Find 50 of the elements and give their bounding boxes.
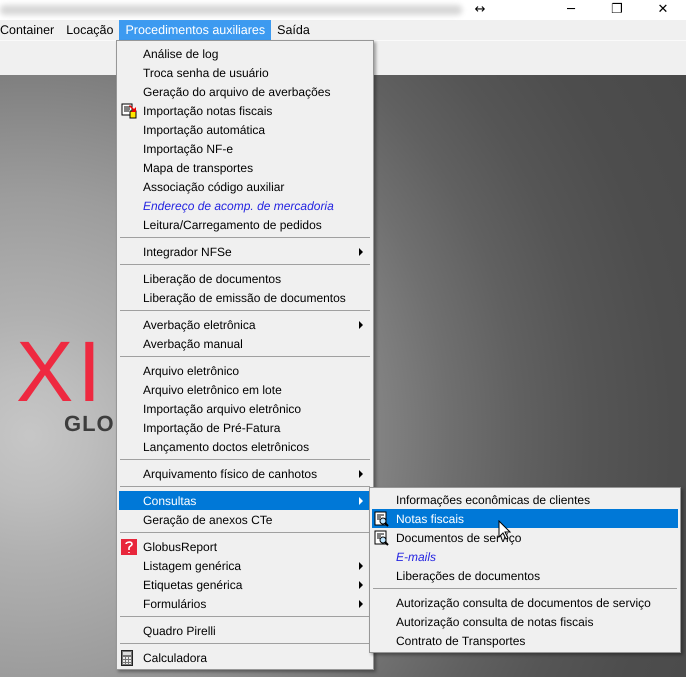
menu-item[interactable]: Arquivo eletrônico xyxy=(119,361,371,380)
menu-item[interactable]: Importação notas fiscais xyxy=(119,101,371,120)
menu-item[interactable]: Importação automática xyxy=(119,120,371,139)
menu-item[interactable]: Associação código auxiliar xyxy=(119,177,371,196)
menu-item[interactable]: Liberação de documentos xyxy=(119,269,371,288)
menu-bar-item[interactable]: Saída xyxy=(271,20,316,40)
menu-item[interactable]: Contrato de Transportes xyxy=(372,631,678,650)
logo-subtitle: GLO xyxy=(64,411,115,437)
menu-item[interactable]: Liberações de documentos xyxy=(372,566,678,585)
menu-item[interactable]: E-mails xyxy=(372,547,678,566)
document-search-icon xyxy=(374,510,390,526)
document-icon xyxy=(121,102,137,118)
menu-item[interactable]: Importação NF-e xyxy=(119,139,371,158)
logo-text: XI xyxy=(16,337,106,407)
calculator-icon xyxy=(121,650,133,666)
menu-item[interactable]: Averbação manual xyxy=(119,334,371,353)
resize-icon[interactable]: ↔ xyxy=(462,0,498,20)
menu-item[interactable]: Análise de log xyxy=(119,44,371,63)
menu-item[interactable]: Integrador NFSe xyxy=(119,242,371,261)
menu-bar-item[interactable]: Locação xyxy=(60,20,120,40)
menu-item[interactable]: Leitura/Carregamento de pedidos xyxy=(119,215,371,234)
menu-item[interactable]: Listagem genérica xyxy=(119,556,371,575)
restore-button[interactable]: ❐ xyxy=(594,0,640,20)
menu-item[interactable]: Formulários xyxy=(119,594,371,613)
menu-item[interactable]: Calculadora xyxy=(119,648,371,667)
menu-item[interactable]: Autorização consulta de notas fiscais xyxy=(372,612,678,631)
menu-item[interactable]: Autorização consulta de documentos de serviço xyxy=(372,593,678,612)
menu-item[interactable]: Geração de anexos CTe xyxy=(119,510,371,529)
menu-item[interactable]: GlobusReport xyxy=(119,537,371,556)
menu-item[interactable]: Consultas xyxy=(119,491,371,510)
menu-item[interactable]: Etiquetas genérica xyxy=(119,575,371,594)
menu-item[interactable]: Averbação eletrônica xyxy=(119,315,371,334)
menu-bar-item[interactable]: Container xyxy=(0,20,60,40)
menu-item[interactable]: Troca senha de usuário xyxy=(119,63,371,82)
menu-item[interactable]: Arquivamento físico de canhotos xyxy=(119,464,371,483)
minimize-button[interactable]: ─ xyxy=(548,0,594,20)
menu-item[interactable]: Quadro Pirelli xyxy=(119,621,371,640)
menu-item[interactable]: Notas fiscais xyxy=(372,509,678,528)
menu-item[interactable]: Importação de Pré-Fatura xyxy=(119,418,371,437)
menu-item[interactable]: Endereço de acomp. de mercadoria xyxy=(119,196,371,215)
menu-item[interactable]: Importação arquivo eletrônico xyxy=(119,399,371,418)
menu-item[interactable]: Mapa de transportes xyxy=(119,158,371,177)
document-search-icon xyxy=(374,530,390,546)
menu-item[interactable]: Arquivo eletrônico em lote xyxy=(119,380,371,399)
menu-item[interactable]: Informações econômicas de clientes xyxy=(372,490,678,509)
menu-item[interactable]: Geração do arquivo de averbações xyxy=(119,82,371,101)
menu-item[interactable]: Liberação de emissão de documentos xyxy=(119,288,371,307)
close-button[interactable]: ✕ xyxy=(640,0,686,20)
question-mark-icon xyxy=(121,538,137,554)
menu-item[interactable]: Lançamento doctos eletrônicos xyxy=(119,437,371,456)
